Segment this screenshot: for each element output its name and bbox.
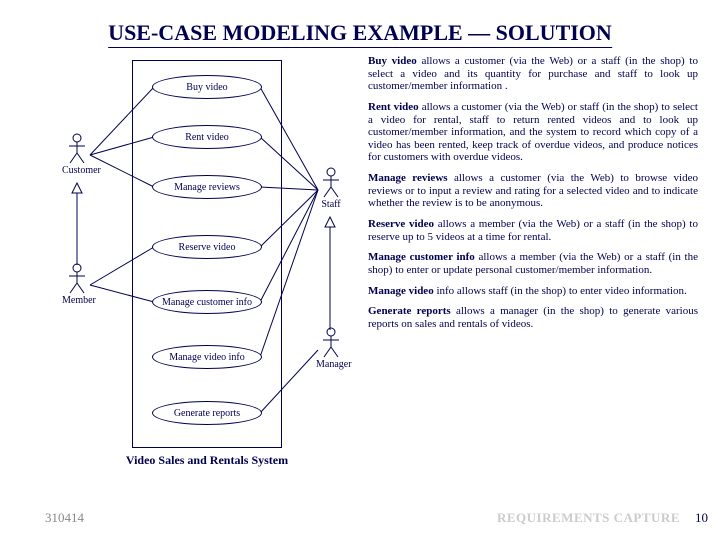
- desc-reviews: Manage reviews allows a customer (via th…: [368, 172, 698, 210]
- desc-reserve: Reserve video allows a member (via the W…: [368, 218, 698, 243]
- desc-rent: Rent video allows a customer (via the We…: [368, 101, 698, 164]
- usecase-reserve-video: Reserve video: [152, 235, 262, 259]
- stick-figure-icon: [67, 263, 87, 295]
- usecase-diagram: Buy video Rent video Manage reviews Rese…: [62, 55, 358, 475]
- actor-member-label: Member: [62, 295, 96, 306]
- footer-code: 310414: [45, 510, 84, 526]
- page-title: USE-CASE MODELING EXAMPLE — SOLUTION: [108, 20, 612, 48]
- descriptions: Buy video allows a customer (via the Web…: [368, 55, 698, 339]
- desc-custinfo: Manage customer info allows a member (vi…: [368, 251, 698, 276]
- stick-figure-icon: [321, 327, 341, 359]
- usecase-manage-reviews: Manage reviews: [152, 175, 262, 199]
- usecase-generate-reports: Generate reports: [152, 401, 262, 425]
- usecase-buy-video: Buy video: [152, 75, 262, 99]
- usecase-rent-video: Rent video: [152, 125, 262, 149]
- actor-member: Member: [62, 263, 92, 306]
- diagram-caption: Video Sales and Rentals System: [112, 453, 302, 468]
- actor-customer-label: Customer: [62, 165, 101, 176]
- desc-reports: Generate reports allows a manager (in th…: [368, 305, 698, 330]
- actor-customer: Customer: [62, 133, 92, 176]
- stick-figure-icon: [321, 167, 341, 199]
- usecase-manage-video-info: Manage video info: [152, 345, 262, 369]
- actor-staff: Staff: [316, 167, 346, 210]
- actor-staff-label: Staff: [321, 199, 340, 210]
- footer-label: REQUIREMENTS CAPTURE: [497, 510, 680, 526]
- usecase-manage-cust-info: Manage customer info: [152, 290, 262, 314]
- actor-manager-label: Manager: [316, 359, 352, 370]
- desc-buy: Buy video allows a customer (via the Web…: [368, 55, 698, 93]
- desc-videoinfo: Manage video info allows staff (in the s…: [368, 285, 698, 298]
- stick-figure-icon: [67, 133, 87, 165]
- actor-manager: Manager: [316, 327, 346, 370]
- page-number: 10: [695, 510, 708, 526]
